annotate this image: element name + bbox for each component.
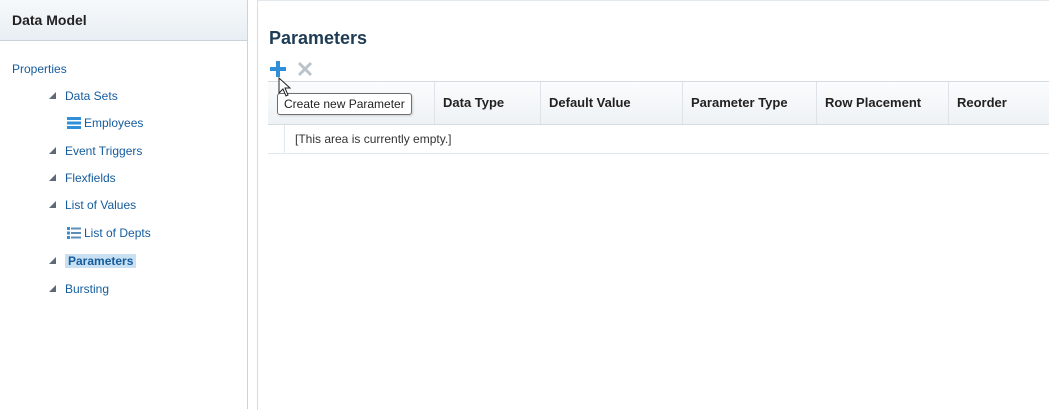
mouse-cursor-icon	[278, 77, 292, 97]
tree-item-label: List of Values	[65, 198, 137, 212]
expand-triangle-icon[interactable]	[49, 174, 56, 182]
data-set-icon	[67, 116, 81, 129]
column-header-parameter-type[interactable]: Parameter Type	[682, 82, 816, 124]
column-header-reorder[interactable]: Reorder	[948, 82, 1049, 124]
tree-item-data-sets[interactable]: Data Sets	[49, 87, 118, 105]
data-model-panel: Data Model Properties Data Sets Employee…	[0, 0, 248, 409]
empty-table-message: [This area is currently empty.]	[295, 132, 452, 146]
parameters-table: Data Type Default Value Parameter Type R…	[268, 81, 1049, 154]
table-body: [This area is currently empty.]	[268, 125, 1049, 154]
column-header-row-placement[interactable]: Row Placement	[816, 82, 948, 124]
page-title: Parameters	[269, 28, 368, 48]
column-header-data-type[interactable]: Data Type	[434, 82, 540, 124]
tree-item-label: Event Triggers	[65, 144, 143, 158]
tree-item-label: Flexfields	[65, 171, 116, 185]
expand-triangle-icon[interactable]	[49, 147, 56, 155]
add-parameter-button[interactable]	[269, 60, 287, 78]
x-icon	[297, 61, 313, 77]
tree-item-label: Bursting	[65, 282, 110, 296]
parameters-panel: Parameters Data Type Default Value Param…	[257, 0, 1049, 410]
delete-parameter-button[interactable]	[296, 60, 314, 78]
tree-item-parameters[interactable]: Parameters	[49, 252, 137, 270]
tree-item-flexfields[interactable]: Flexfields	[49, 169, 116, 187]
tree-item-event-triggers[interactable]: Event Triggers	[49, 142, 142, 160]
tree-item-label: Properties	[12, 62, 67, 76]
panel-title: Data Model	[0, 0, 247, 41]
expand-triangle-icon[interactable]	[49, 257, 56, 265]
plus-icon	[270, 61, 286, 77]
tree-item-label: Data Sets	[65, 89, 118, 103]
tree-item-bursting[interactable]: Bursting	[49, 280, 109, 298]
expand-triangle-icon[interactable]	[49, 285, 56, 293]
tooltip: Create new Parameter	[277, 93, 412, 115]
list-of-values-icon	[67, 226, 81, 239]
column-header-default-value[interactable]: Default Value	[540, 82, 682, 124]
tree-item-list-of-depts[interactable]: List of Depts	[67, 224, 151, 242]
tree-item-employees[interactable]: Employees	[67, 114, 143, 132]
expand-triangle-icon[interactable]	[49, 201, 56, 209]
expand-triangle-icon[interactable]	[49, 92, 56, 100]
tree-item-label: List of Depts	[84, 226, 151, 240]
tree-item-label: Employees	[84, 116, 144, 130]
row-gutter	[268, 125, 285, 153]
tree-item-list-of-values[interactable]: List of Values	[49, 196, 136, 214]
tree-item-label: Parameters	[65, 254, 137, 268]
tree-item-properties[interactable]: Properties	[12, 60, 67, 78]
